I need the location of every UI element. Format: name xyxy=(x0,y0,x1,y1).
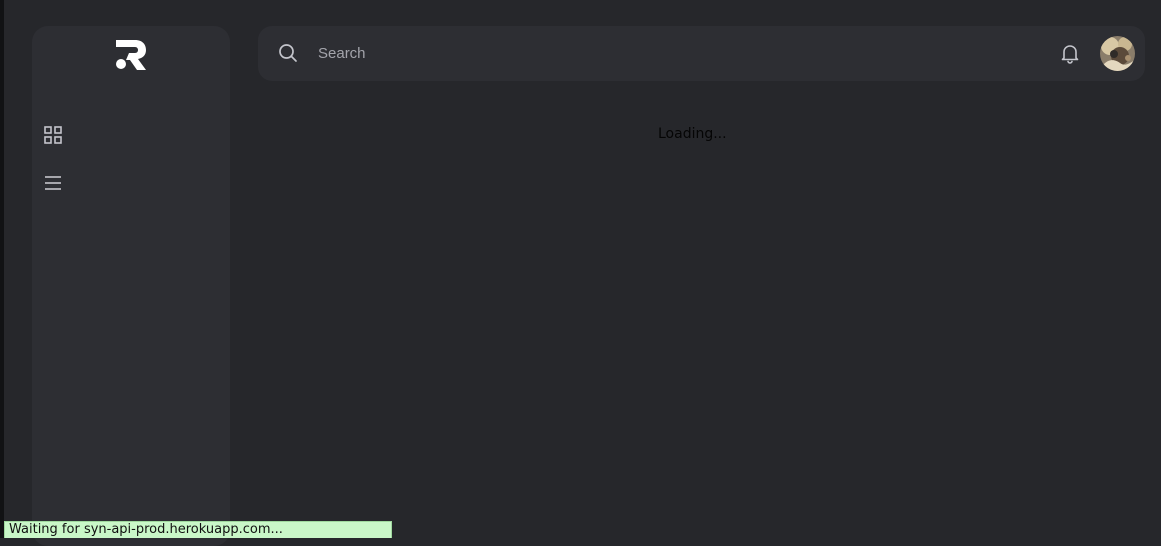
search-icon-graphic xyxy=(279,44,297,62)
window-left-edge xyxy=(0,0,4,538)
r-logo-icon xyxy=(116,40,146,70)
nav-menu-button[interactable] xyxy=(43,173,63,193)
user-avatar[interactable] xyxy=(1100,36,1135,71)
bell-icon[interactable] xyxy=(1059,42,1081,64)
notifications-icon xyxy=(1061,45,1079,64)
search-icon[interactable] xyxy=(278,43,298,63)
grid-icon xyxy=(44,126,62,144)
search-input[interactable] xyxy=(310,40,810,67)
browser-status-bar: Waiting for syn-api-prod.herokuapp.com..… xyxy=(4,521,392,538)
loading-indicator: Loading... xyxy=(658,126,727,142)
logo[interactable] xyxy=(113,39,149,71)
menu-icon xyxy=(45,176,61,190)
nav-dashboard-button[interactable] xyxy=(43,125,63,145)
sidebar xyxy=(32,26,230,546)
avatar-image xyxy=(1100,36,1135,71)
top-bar xyxy=(258,26,1145,81)
